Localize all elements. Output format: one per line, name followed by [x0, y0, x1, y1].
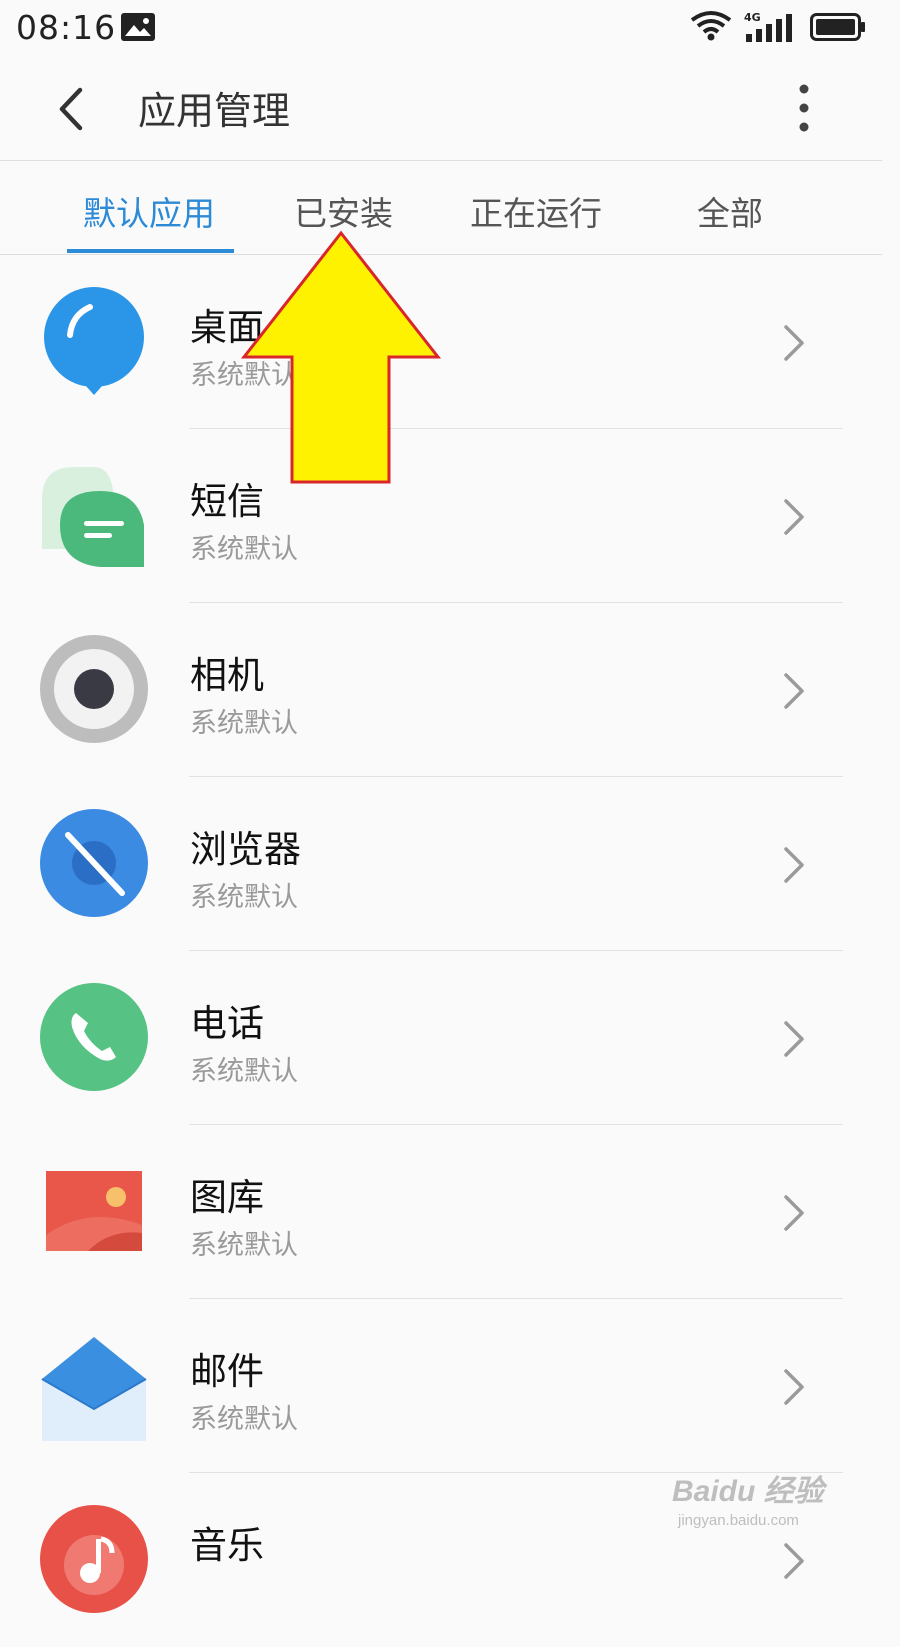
chevron-right-icon [784, 1195, 804, 1231]
app-status: 系统默认 [190, 1056, 298, 1087]
image-notification-icon [121, 13, 155, 41]
signal-icon [746, 14, 792, 42]
status-bar: 08:16 4G [0, 0, 882, 56]
app-name: 相机 [190, 654, 264, 697]
page-title: 应用管理 [138, 89, 291, 133]
more-vertical-icon [799, 84, 809, 132]
active-tab-indicator [67, 249, 234, 253]
tab-running[interactable]: 正在运行 [470, 187, 602, 235]
chevron-right-icon [784, 1021, 804, 1057]
chevron-right-icon [784, 673, 804, 709]
message-icon [42, 467, 144, 567]
tab-all[interactable]: 全部 [697, 187, 763, 235]
chevron-right-icon [784, 1369, 804, 1405]
list-item-mail[interactable]: 邮件 系统默认 [0, 1299, 882, 1473]
camera-icon [40, 635, 148, 743]
launcher-icon [44, 287, 144, 395]
list-item-browser[interactable]: 浏览器 系统默认 [0, 777, 882, 951]
app-status: 系统默认 [190, 534, 298, 565]
phone-icon [40, 983, 148, 1091]
watermark-brand: Baidu 经验 [672, 1475, 824, 1508]
app-status: 系统默认 [190, 1404, 298, 1435]
back-button[interactable] [44, 78, 100, 138]
music-icon [40, 1505, 148, 1613]
chevron-right-icon [784, 499, 804, 535]
app-status: 系统默认 [190, 882, 298, 913]
chevron-right-icon [784, 847, 804, 883]
app-name: 音乐 [190, 1524, 264, 1567]
app-status: 系统默认 [190, 1230, 298, 1261]
wifi-icon [690, 11, 732, 41]
watermark-url: jingyan.baidu.com [678, 1512, 799, 1529]
app-header: 应用管理 [0, 56, 882, 161]
chevron-right-icon [784, 1543, 804, 1579]
tab-installed[interactable]: 已安装 [294, 187, 393, 235]
battery-icon [810, 13, 865, 41]
app-name: 图库 [190, 1176, 264, 1219]
tab-default-apps[interactable]: 默认应用 [83, 187, 215, 235]
mail-icon [41, 1337, 147, 1441]
gallery-icon [46, 1171, 142, 1251]
chevron-right-icon [784, 325, 804, 361]
back-arrow-icon [59, 87, 83, 131]
annotation-arrow-up [240, 230, 442, 484]
more-options-button[interactable] [782, 78, 826, 138]
list-item-camera[interactable]: 相机 系统默认 [0, 603, 882, 777]
app-name: 浏览器 [190, 828, 301, 871]
browser-icon [40, 809, 148, 917]
status-time: 08:16 [16, 8, 117, 47]
list-item-gallery[interactable]: 图库 系统默认 [0, 1125, 882, 1299]
app-status: 系统默认 [190, 708, 298, 739]
app-name: 电话 [190, 1002, 264, 1045]
baidu-watermark: Baidu 经验 jingyan.baidu.com [672, 1466, 824, 1529]
app-name: 邮件 [190, 1350, 264, 1393]
list-item-phone[interactable]: 电话 系统默认 [0, 951, 882, 1125]
